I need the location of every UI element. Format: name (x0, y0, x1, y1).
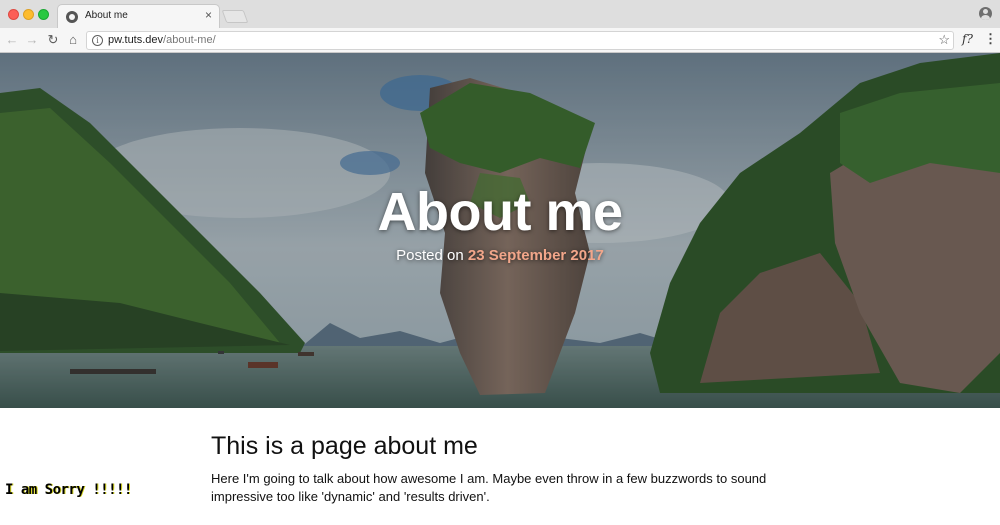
profile-icon[interactable] (979, 7, 992, 20)
page-title: About me (377, 182, 624, 242)
browser-toolbar: ← → ↻ ⌂ i pw.tuts.dev/about-me/ ☆ (0, 28, 1000, 53)
home-icon[interactable]: ⌂ (65, 32, 81, 48)
tab-title: About me (85, 10, 128, 21)
browser-tabstrip: About me × (0, 0, 1000, 28)
browser-tab[interactable]: About me × (57, 4, 220, 28)
forward-arrow-icon[interactable]: → (24, 32, 40, 48)
overlay-text: I am Sorry !!!!! (5, 482, 132, 498)
minimize-window-button[interactable] (23, 9, 34, 20)
globe-icon (66, 11, 78, 23)
info-icon[interactable]: i (92, 35, 103, 46)
back-arrow-icon[interactable]: ← (4, 32, 20, 48)
url-path: /about-me/ (163, 34, 216, 46)
posted-on-label: Posted on (396, 247, 468, 264)
main-content: This is a page about me Here I'm going t… (211, 432, 811, 506)
close-window-button[interactable] (8, 9, 19, 20)
content-heading: This is a page about me (211, 432, 478, 460)
url-host: pw.tuts.dev (108, 34, 164, 46)
extension-icon[interactable]: f? (962, 32, 973, 46)
bookmark-star-icon[interactable]: ☆ (938, 32, 950, 48)
post-date: 23 September 2017 (467, 247, 604, 264)
new-tab-button[interactable] (221, 10, 249, 23)
url-text: pw.tuts.dev/about-me/ (108, 34, 216, 46)
reload-icon[interactable]: ↻ (45, 32, 61, 48)
hero-header: About me Posted on 23 September 2017 (0, 53, 1000, 408)
address-bar[interactable]: i pw.tuts.dev/about-me/ ☆ (86, 31, 954, 50)
post-meta: Posted on 23 September 2017 (0, 247, 1000, 264)
maximize-window-button[interactable] (38, 9, 49, 20)
tab-close-icon[interactable]: × (205, 8, 212, 22)
browser-menu-icon[interactable]: ⋮ (984, 31, 997, 47)
content-paragraph: Here I'm going to talk about how awesome… (211, 471, 767, 504)
